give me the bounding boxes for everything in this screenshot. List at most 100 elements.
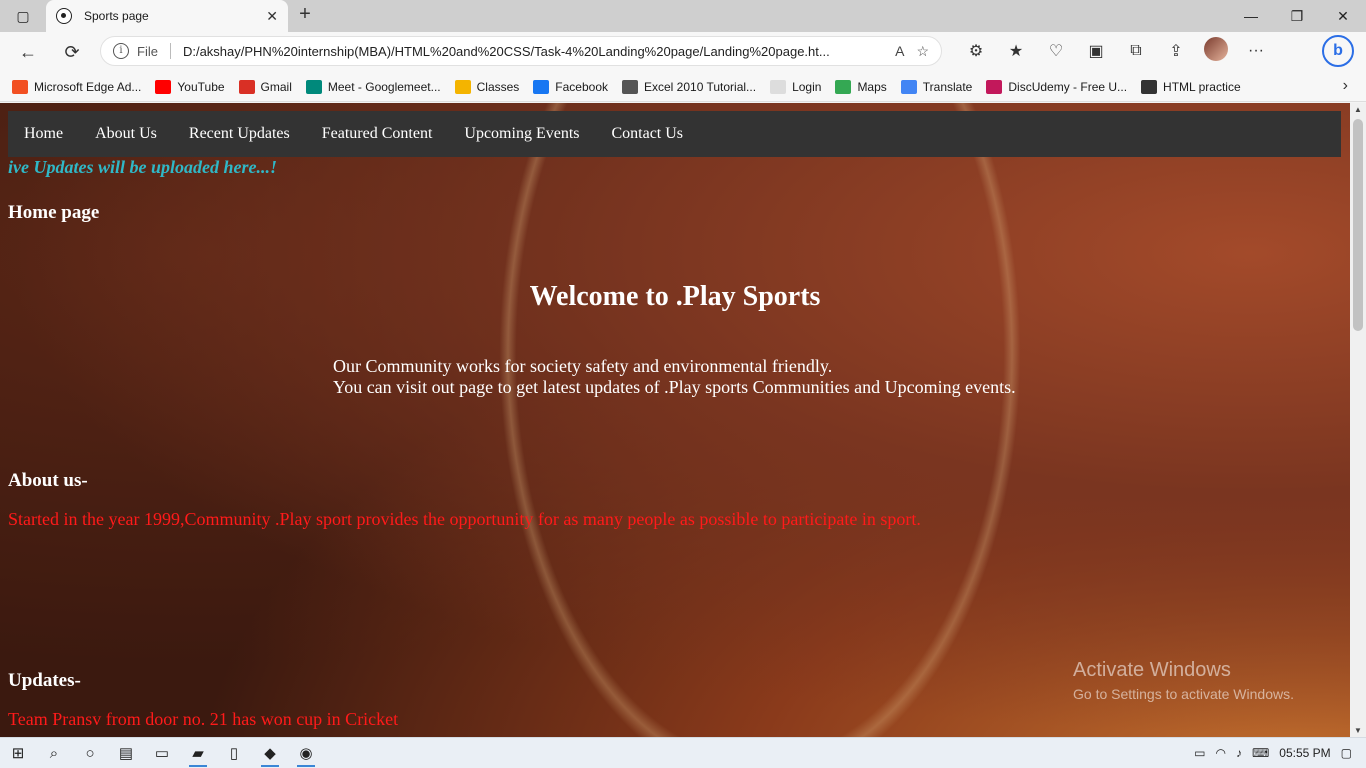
bookmark-favicon-icon [155, 79, 172, 94]
bookmark-item[interactable]: Maps [835, 79, 887, 94]
minimize-button[interactable]: — [1228, 0, 1274, 32]
bookmark-label: Translate [922, 79, 973, 94]
bing-icon[interactable]: b [1322, 35, 1354, 67]
more-bookmarks-icon[interactable]: › [1343, 77, 1348, 95]
cortana-icon[interactable]: ○ [72, 738, 108, 768]
intro-line-2: You can visit out page to get latest upd… [333, 377, 1016, 397]
nav-link-upcoming-events[interactable]: Upcoming Events [448, 111, 595, 157]
desktop-app-icon[interactable]: ▭ [144, 738, 180, 768]
collections-icon[interactable]: ⧉ [1116, 42, 1156, 60]
bookmark-item[interactable]: Microsoft Edge Ad... [12, 79, 142, 94]
notification-icon[interactable]: ▢ [1341, 746, 1352, 760]
scroll-down-icon[interactable]: ▼ [1354, 726, 1362, 735]
bookmark-item[interactable]: Gmail [238, 79, 292, 94]
url-text[interactable]: D:/akshay/PHN%20internship(MBA)/HTML%20a… [183, 44, 883, 59]
bookmark-item[interactable]: Excel 2010 Tutorial... [622, 79, 757, 94]
nav-link-featured-content[interactable]: Featured Content [306, 111, 449, 157]
refresh-icon[interactable]: ⟳ [50, 34, 94, 70]
toolbar-icons: ⚙ ★ ♡ ▣ ⧉ ⇪ ··· [956, 36, 1276, 66]
vscode-icon[interactable]: ◆ [252, 738, 288, 768]
search-icon[interactable]: ⌕ [36, 738, 72, 768]
clock[interactable]: 05:55 PM [1279, 746, 1330, 760]
activate-windows-watermark: Activate Windows Go to Settings to activ… [1073, 659, 1294, 702]
bookmark-label: Maps [857, 79, 887, 94]
nav-link-about-us[interactable]: About Us [79, 111, 173, 157]
windows-start-icon[interactable]: ⊞ [0, 738, 36, 768]
bookmark-item[interactable]: DiscUdemy - Free U... [986, 79, 1128, 94]
share-icon[interactable]: ⇪ [1156, 41, 1196, 61]
bookmark-label: Gmail [260, 79, 292, 94]
edge-icon[interactable]: ◉ [288, 738, 324, 768]
bookmark-label: Excel 2010 Tutorial... [644, 79, 757, 94]
bookmarks-bar: Microsoft Edge Ad... YouTube Gmail Meet - G… [0, 72, 1366, 102]
profile-avatar[interactable] [1196, 36, 1236, 66]
battery-icon[interactable]: ▭ [1194, 746, 1205, 760]
bookmark-item[interactable]: Classes [454, 79, 520, 94]
bookmark-label: Facebook [555, 79, 608, 94]
bookmark-label: Meet - Googlemeet... [327, 79, 441, 94]
bookmark-favicon-icon [305, 79, 322, 94]
task-view-icon[interactable]: ▤ [108, 738, 144, 768]
bookmark-favicon-icon [238, 79, 255, 94]
close-window-button[interactable]: ✕ [1320, 0, 1366, 32]
bookmark-label: Microsoft Edge Ad... [34, 79, 142, 94]
bookmark-item[interactable]: Translate [900, 79, 973, 94]
extensions-icon[interactable]: ⚙ [956, 41, 996, 61]
scroll-thumb[interactable] [1353, 119, 1363, 331]
keyboard-icon[interactable]: ⌨ [1252, 746, 1269, 760]
file-explorer-icon[interactable]: ▰ [180, 738, 216, 768]
favorites-icon[interactable]: ★ [996, 41, 1036, 61]
tab-bar: ▢ Sports page ✕ + — ❐ ✕ [0, 0, 1366, 32]
about-text: Started in the year 1999,Community .Play… [8, 509, 921, 529]
address-bar[interactable]: i File D:/akshay/PHN%20internship(MBA)/H… [100, 36, 942, 66]
more-icon[interactable]: ··· [1236, 42, 1276, 60]
bookmark-favicon-icon [1141, 79, 1158, 94]
bookmark-label: YouTube [177, 79, 225, 94]
nav-link-home[interactable]: Home [8, 111, 79, 157]
page-scrollbar[interactable]: ▲ ▼ [1350, 103, 1366, 737]
bookmark-label: Classes [476, 79, 520, 94]
close-tab-icon[interactable]: ✕ [266, 8, 278, 25]
bookmark-label: HTML practice [1163, 79, 1241, 94]
system-tray: ▭ ◠ ♪ ⌨ 05:55 PM ▢ [1194, 738, 1366, 768]
nav-link-contact-us[interactable]: Contact Us [595, 111, 699, 157]
tab-actions-icon[interactable]: ▢ [0, 0, 46, 32]
add-favorite-icon[interactable]: ☆ [916, 43, 929, 60]
bookmark-label: DiscUdemy - Free U... [1008, 79, 1128, 94]
back-icon[interactable]: ← [6, 34, 50, 70]
about-heading: About us- [8, 470, 88, 491]
protocol-label: File [137, 43, 158, 59]
site-nav: Home About Us Recent Updates Featured Conte… [8, 111, 1341, 157]
bookmark-item[interactable]: YouTube [155, 79, 225, 94]
bookmark-favicon-icon [533, 79, 550, 94]
bookmark-favicon-icon [622, 79, 638, 94]
info-icon[interactable]: i [113, 43, 129, 59]
math-solver-icon[interactable]: ▣ [1076, 41, 1116, 61]
update-text: Team Pransv from door no. 21 has won cup… [8, 709, 399, 729]
performance-icon[interactable]: ♡ [1036, 41, 1076, 61]
tab-sports-page[interactable]: Sports page ✕ [46, 0, 288, 32]
notepad-icon[interactable]: ▯ [216, 738, 252, 768]
read-aloud-icon[interactable]: A [895, 43, 904, 59]
home-heading: Home page [8, 202, 100, 223]
bookmark-favicon-icon [454, 79, 471, 94]
bookmark-favicon-icon [770, 79, 787, 94]
welcome-title: Welcome to .Play Sports [529, 281, 821, 312]
wifi-icon[interactable]: ◠ [1215, 746, 1225, 760]
updates-heading: Updates- [8, 670, 81, 691]
volume-icon[interactable]: ♪ [1236, 746, 1242, 760]
taskbar: ⊞ ⌕ ○ ▤ ▭ ▰ ▯ ◆ ◉ ▭ ◠ ♪ ⌨ 05:55 PM ▢ [0, 737, 1366, 768]
restore-button[interactable]: ❐ [1274, 0, 1320, 32]
tab-title: Sports page [84, 9, 149, 23]
nav-link-recent-updates[interactable]: Recent Updates [173, 111, 306, 157]
intro-text: Our Community works for society safety a… [333, 356, 1016, 398]
new-tab-button[interactable]: + [294, 4, 316, 26]
bookmark-item[interactable]: Meet - Googlemeet... [305, 79, 441, 94]
bookmark-item[interactable]: Login [770, 79, 822, 94]
scroll-up-icon[interactable]: ▲ [1354, 105, 1362, 114]
bookmark-item[interactable]: HTML practice [1141, 79, 1241, 94]
marquee-ticker: ive Updates will be uploaded here...! [8, 157, 277, 177]
bookmark-item[interactable]: Facebook [533, 79, 608, 94]
divider [169, 43, 171, 59]
bookmark-label: Login [792, 79, 822, 94]
